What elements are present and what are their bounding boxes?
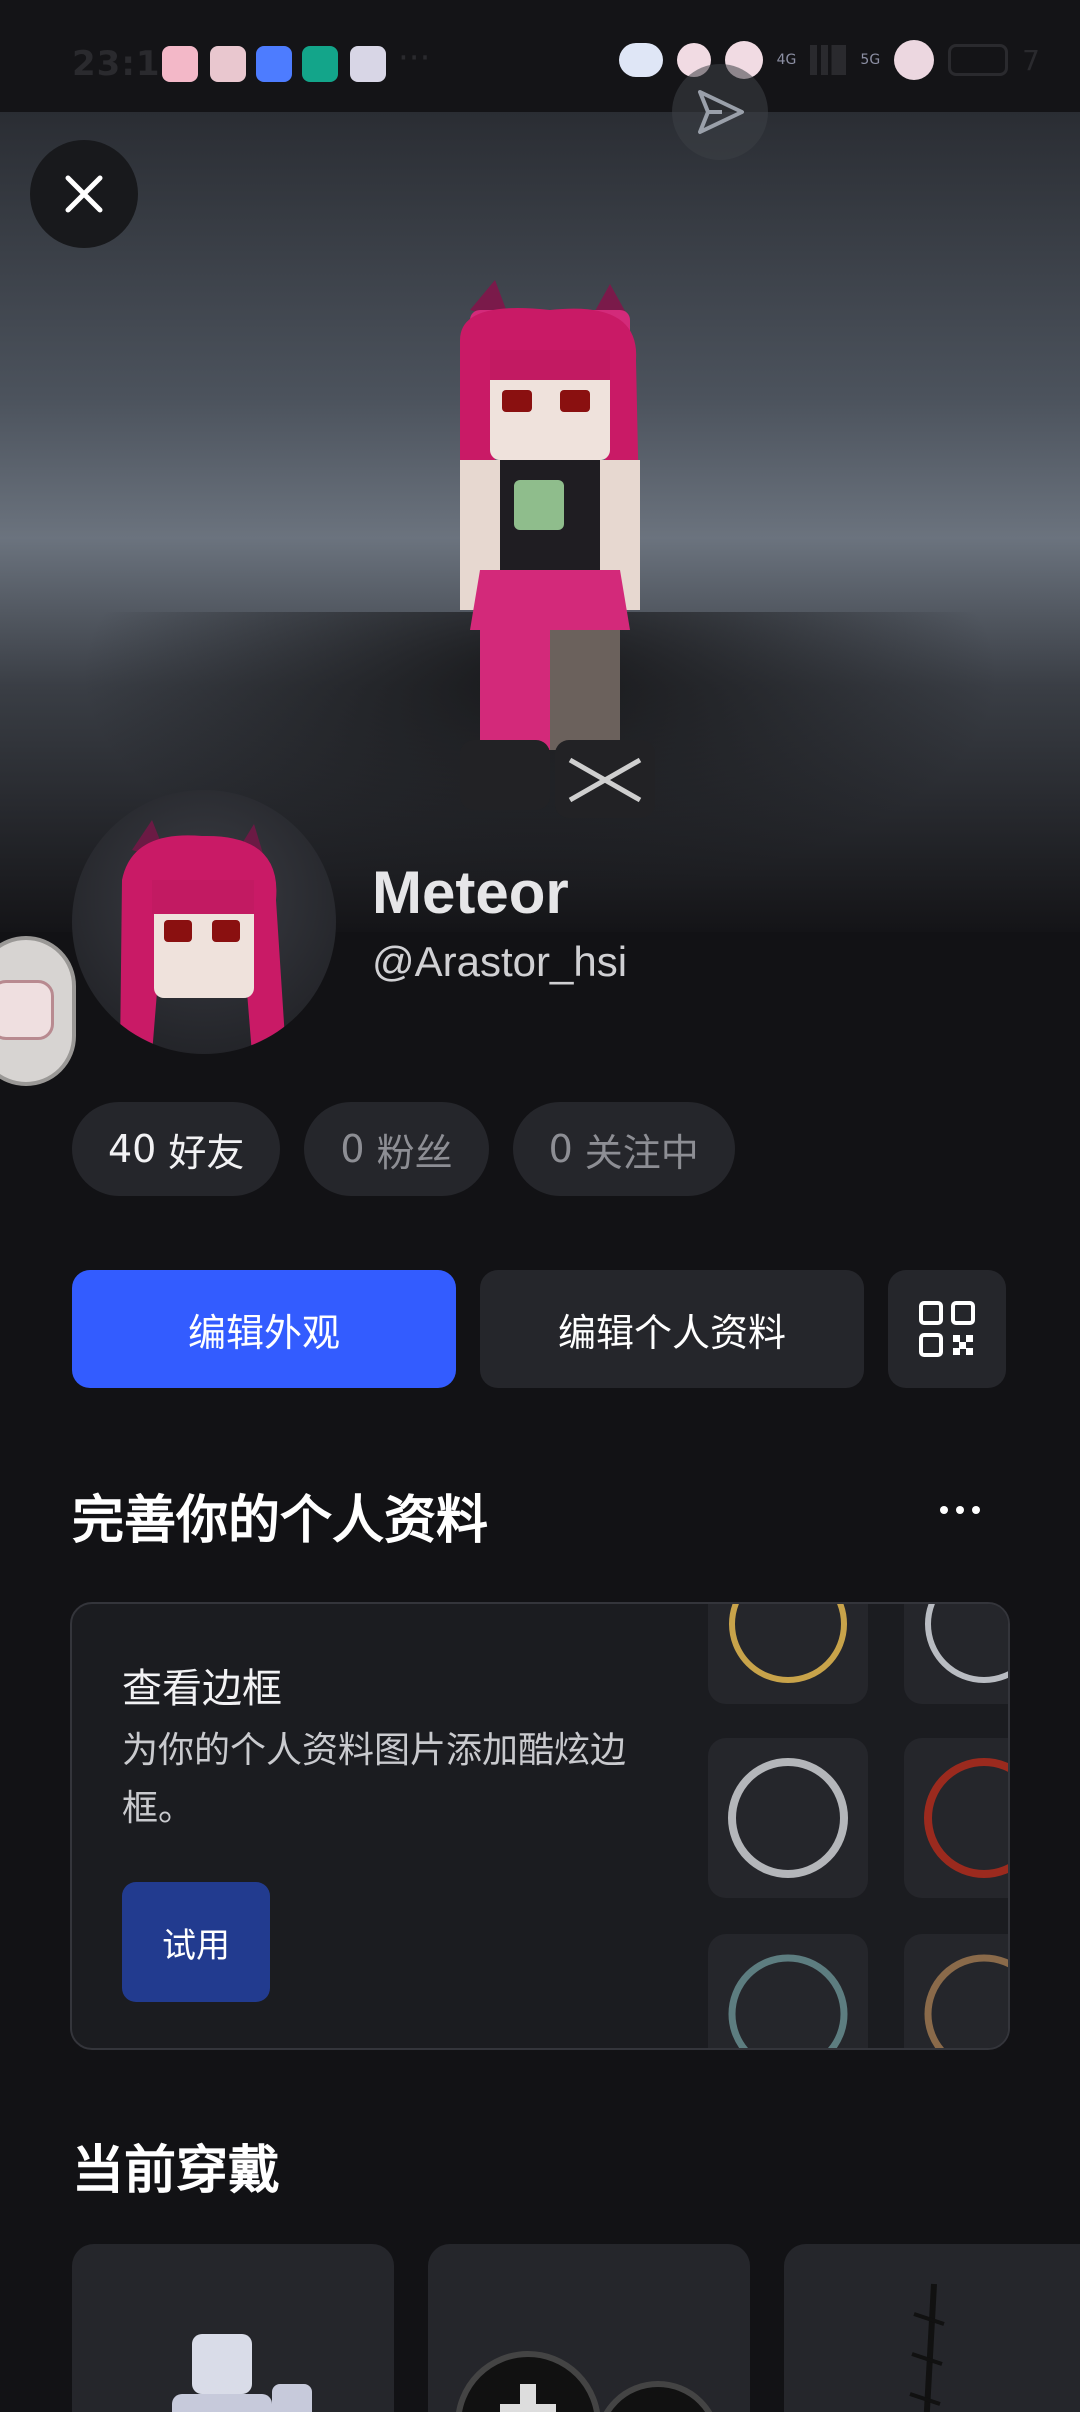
silver-frame-icon — [925, 1604, 1008, 1683]
friends-label: 好友 — [168, 1130, 245, 1175]
bronze-frame-icon — [924, 1954, 1008, 2048]
frame-option[interactable] — [904, 1738, 1008, 1898]
complete-profile-title: 完善你的个人资料 — [72, 1491, 489, 1551]
network-label: 5G — [860, 52, 881, 68]
frames-card-title: 查看边框 — [122, 1666, 282, 1712]
avatar-headshot — [120, 820, 286, 1054]
red-frame-icon — [924, 1758, 1008, 1878]
share-button[interactable] — [672, 64, 768, 160]
following-count: 0 — [548, 1127, 573, 1171]
frame-option[interactable] — [904, 1604, 1008, 1704]
username: @Arastor_hsi — [372, 938, 628, 985]
frame-option[interactable] — [708, 1934, 868, 2048]
edit-profile-button[interactable]: 编辑个人资料 — [480, 1270, 864, 1388]
stats-row: 40 好友 0 粉丝 0 关注中 — [72, 1102, 735, 1196]
network-label: 4G — [776, 52, 797, 68]
gold-frame-icon — [729, 1604, 847, 1683]
more-icon — [972, 1506, 980, 1514]
more-button[interactable] — [920, 1490, 1000, 1530]
close-icon — [65, 175, 103, 213]
sticker-icon — [618, 43, 663, 77]
followers-label: 粉丝 — [376, 1130, 453, 1175]
currently-wearing-title: 当前穿戴 — [72, 2141, 281, 2201]
edit-appearance-button[interactable]: 编辑外观 — [72, 1270, 456, 1388]
stitches-accessory-thumbnail — [909, 2283, 945, 2412]
teal-frame-icon — [728, 1954, 848, 2048]
profile-avatar[interactable] — [72, 790, 336, 1054]
silver-frame-icon — [728, 1758, 848, 1878]
worn-item[interactable] — [784, 2244, 1080, 2412]
qr-code-button[interactable] — [888, 1270, 1006, 1388]
notification-icon — [162, 46, 198, 82]
notification-icon — [350, 46, 386, 82]
friends-chip[interactable]: 40 好友 — [72, 1102, 281, 1196]
action-row: 编辑外观 编辑个人资料 — [72, 1270, 1006, 1388]
more-icon — [940, 1506, 948, 1514]
worn-item[interactable] — [72, 2244, 394, 2412]
notification-icon — [302, 46, 338, 82]
qr-code-icon — [919, 1301, 975, 1357]
frames-card[interactable]: 查看边框 为你的个人资料图片添加酷炫边框。 试用 — [70, 1602, 1010, 2050]
cross-accessory-thumbnail — [456, 2351, 713, 2412]
more-notifications-icon: ··· — [398, 38, 431, 78]
frame-option[interactable] — [708, 1738, 868, 1898]
worn-items-row — [72, 2244, 1080, 2412]
followers-chip[interactable]: 0 粉丝 — [304, 1102, 489, 1196]
display-name: Meteor — [372, 859, 569, 926]
notification-icon — [256, 46, 292, 82]
status-indicators: 4G 5G 7 — [618, 40, 1040, 80]
floating-sticker-bubble[interactable] — [0, 936, 76, 1086]
following-label: 关注中 — [584, 1130, 699, 1175]
signal-icon — [810, 45, 847, 75]
battery-icon — [948, 44, 1009, 76]
close-button[interactable] — [30, 140, 138, 248]
frames-card-description: 为你的个人资料图片添加酷炫边框。 — [122, 1730, 627, 1829]
try-button[interactable]: 试用 — [122, 1882, 270, 2002]
avatar-3d-model — [460, 280, 655, 818]
notification-icon — [210, 46, 246, 82]
status-bar: 23:11 ··· 4G 5G 7 — [0, 0, 1080, 112]
avatar-body-thumbnail — [172, 2334, 312, 2412]
frame-option[interactable] — [904, 1934, 1008, 2048]
sticker-icon — [894, 40, 935, 80]
followers-count: 0 — [340, 1127, 365, 1171]
share-icon — [698, 90, 744, 134]
friends-count: 40 — [108, 1127, 157, 1171]
following-chip[interactable]: 0 关注中 — [512, 1102, 735, 1196]
more-icon — [956, 1506, 964, 1514]
frame-option[interactable] — [708, 1604, 868, 1704]
worn-item[interactable] — [428, 2244, 750, 2412]
battery-level: 7 — [1022, 43, 1040, 77]
